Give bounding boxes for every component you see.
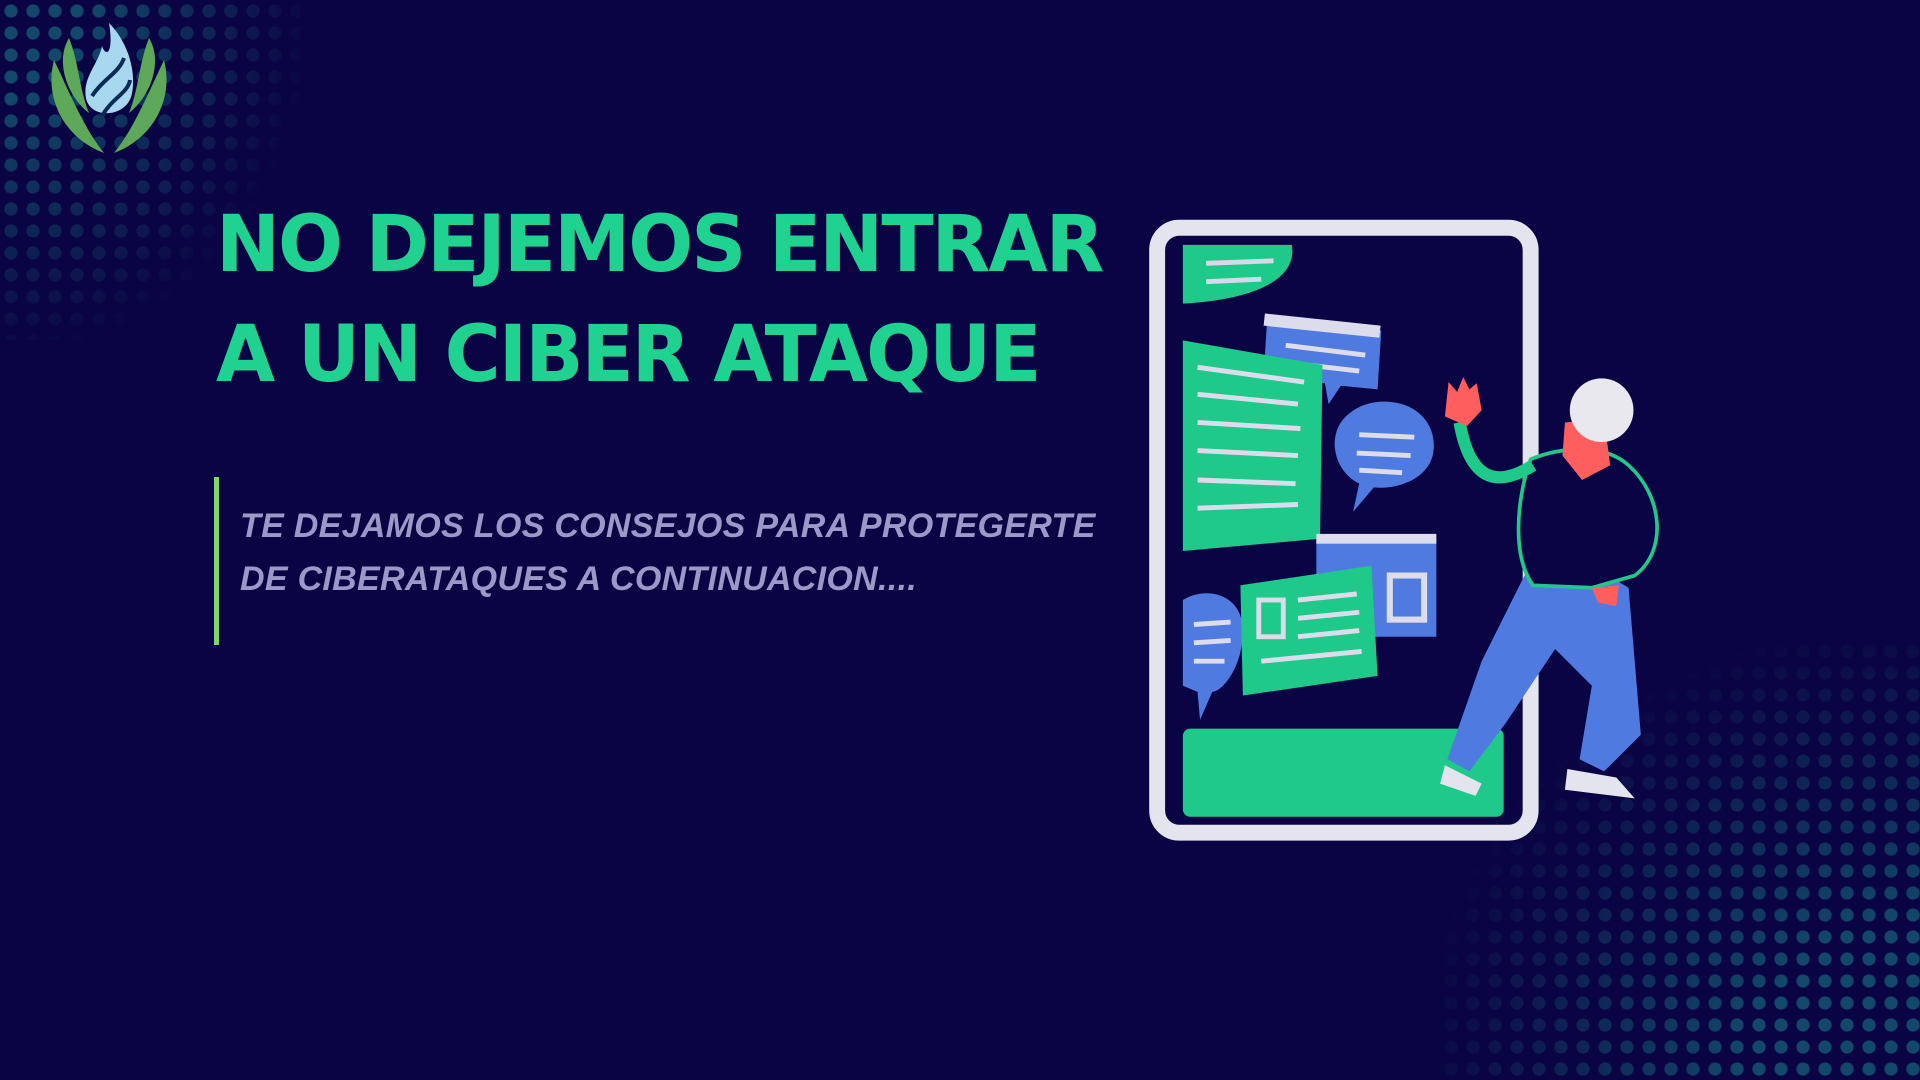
phone-chat-person-illustration-icon (1149, 219, 1659, 841)
